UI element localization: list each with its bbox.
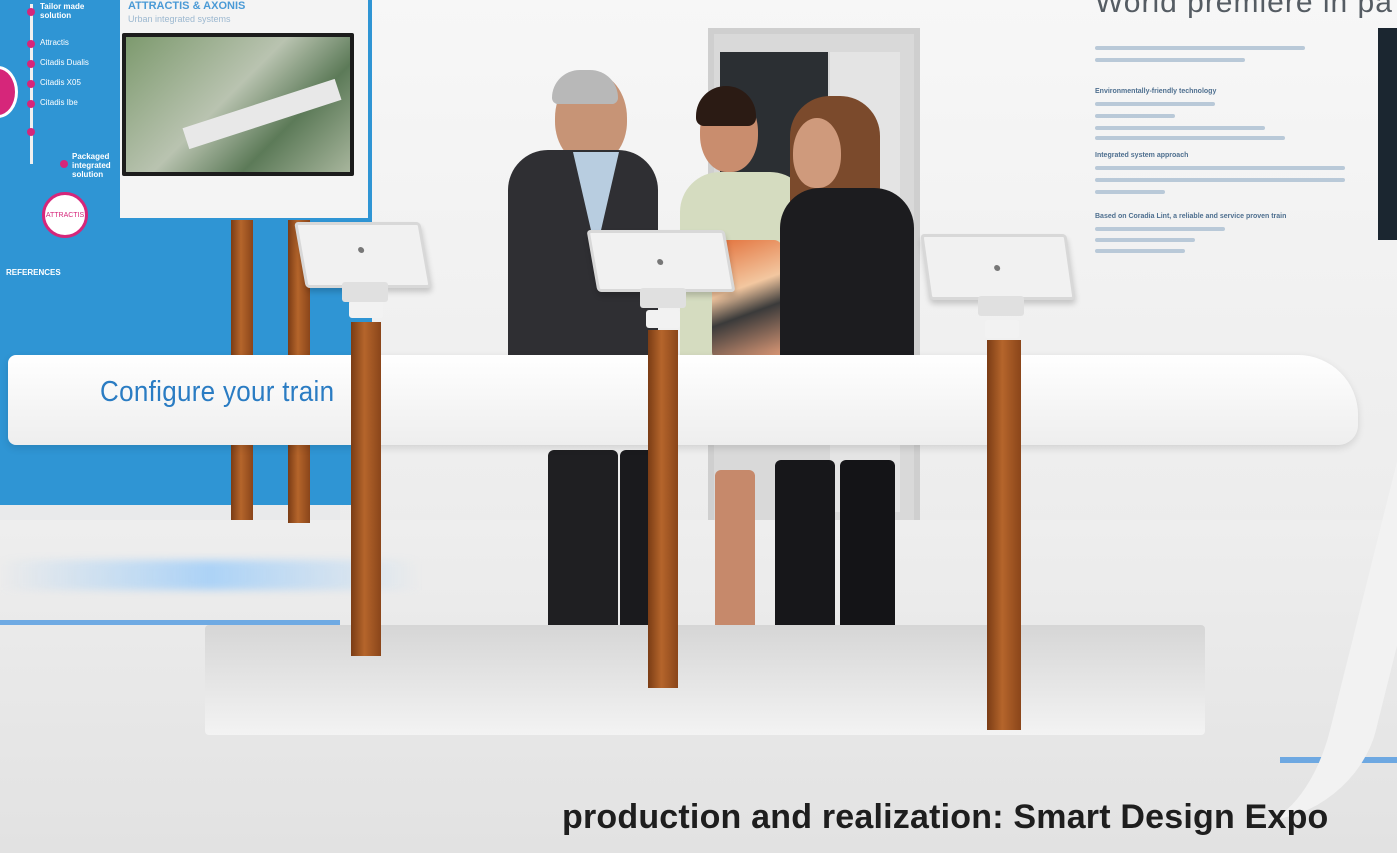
timeline-dot <box>27 80 35 88</box>
board-title: ATTRACTIS & AXONIS <box>128 0 246 12</box>
tablet-kiosk[interactable] <box>294 222 432 288</box>
right-wall-screen <box>1378 28 1397 240</box>
woman-right-face <box>793 118 841 188</box>
timeline-item: Attractis <box>40 38 69 47</box>
tablet-mount <box>985 320 1019 338</box>
timeline-item: Citadis Ibe <box>40 98 78 107</box>
counter-label: Configure your train <box>100 374 335 408</box>
timeline-dot <box>27 100 35 108</box>
tablet-stand <box>978 296 1024 316</box>
wood-post <box>987 340 1021 730</box>
wall-text-line <box>1095 190 1165 194</box>
tablet-camera-icon <box>656 259 664 265</box>
tablet-stand <box>342 282 388 302</box>
tablet-stand <box>640 288 686 308</box>
attractis-badge: ATTRACTIS <box>42 192 88 238</box>
photo-caption: production and realization: Smart Design… <box>562 798 1329 836</box>
tablet-kiosk[interactable] <box>920 234 1076 300</box>
tablet-camera-icon <box>357 247 365 253</box>
timeline-dot <box>27 60 35 68</box>
wall-title: World premiere in pa <box>1095 0 1393 19</box>
timeline-dot <box>27 8 35 16</box>
timeline-dot <box>60 160 68 168</box>
wall-monitor <box>122 33 354 176</box>
man-legs <box>548 450 618 645</box>
wall-text-line <box>1095 249 1185 253</box>
tablet-kiosk[interactable] <box>586 230 736 292</box>
timeline-item: Packaged integrated solution <box>72 152 111 179</box>
tablet-mount <box>646 310 680 328</box>
wall-text-line <box>1095 46 1305 50</box>
wall-text-line <box>1095 136 1285 140</box>
timeline-dot <box>27 128 35 136</box>
wall-text-line <box>1095 58 1245 62</box>
wall-text-line <box>1095 227 1225 231</box>
timeline-item: Citadis X05 <box>40 78 81 87</box>
wood-post <box>648 330 678 688</box>
tablet-camera-icon <box>993 265 1001 271</box>
timeline-item: REFERENCES <box>6 268 61 277</box>
wood-post <box>351 322 381 656</box>
wall-text-line <box>1095 178 1345 182</box>
timeline-dot <box>27 40 35 48</box>
wall-heading: Environmentally-friendly technology <box>1095 88 1217 95</box>
board-subtitle: Urban integrated systems <box>128 14 231 24</box>
booth-photo: Tailor made solution Attractis Citadis D… <box>0 0 1397 853</box>
wall-text-line <box>1095 114 1175 118</box>
tablet-mount <box>349 300 383 318</box>
wall-heading: Based on Coradia Lint, a reliable and se… <box>1095 213 1287 220</box>
woman-right-jacket <box>780 188 914 373</box>
timeline-item: Tailor made solution <box>40 2 85 20</box>
wall-text-line <box>1095 102 1215 106</box>
wall-text-line <box>1095 166 1345 170</box>
wall-text-line <box>1095 126 1265 130</box>
timeline-item: Citadis Dualis <box>40 58 89 67</box>
wall-text-line <box>1095 238 1195 242</box>
wall-heading: Integrated system approach <box>1095 152 1189 159</box>
